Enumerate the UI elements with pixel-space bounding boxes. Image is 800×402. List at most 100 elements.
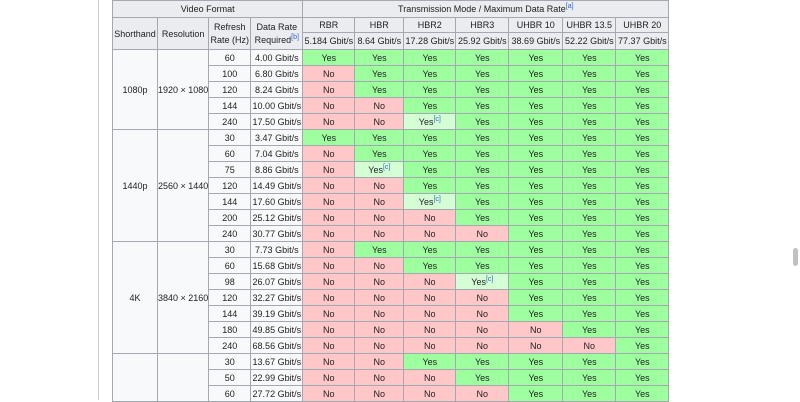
- support-no-cell: No: [302, 305, 356, 322]
- shorthand-cell: 4K: [112, 241, 158, 354]
- data-rate-cell: 8.24 Gbit/s: [250, 81, 304, 98]
- support-yes-cell: Yes: [615, 273, 670, 290]
- support-yes-cell: Yes: [562, 241, 617, 258]
- support-yes-cell: Yes: [562, 273, 617, 290]
- support-yes-cell: Yes: [508, 81, 564, 98]
- mode-row: Shorthand Resolution Refresh Rate (Hz) D…: [112, 17, 670, 50]
- data-rate-header: Data Rate Required[b]: [250, 17, 304, 50]
- data-rate-cell: 7.73 Gbit/s: [250, 241, 304, 258]
- max-rate-header: 77.37 Gbit/s: [615, 32, 670, 50]
- refresh-rate-cell: 120: [208, 177, 252, 194]
- mode-header: RBR: [302, 17, 356, 33]
- support-yes-cell: Yes: [455, 129, 510, 146]
- support-no-cell: No: [302, 161, 356, 178]
- support-yes-cell: Yes: [508, 49, 564, 66]
- support-yes-cell: Yes: [455, 177, 510, 194]
- data-rate-cell: 4.00 Gbit/s: [250, 49, 304, 66]
- support-yes-cell: Yes: [562, 65, 617, 82]
- footnote-c-link[interactable]: [c]: [433, 196, 440, 203]
- support-yes-cell: Yes: [508, 273, 564, 290]
- data-rate-cell: 13.67 Gbit/s: [250, 353, 304, 370]
- support-yes-cell: Yes: [455, 193, 510, 210]
- mode-header: UHBR 20: [615, 17, 670, 33]
- max-rate-header: 25.92 Gbit/s: [455, 32, 510, 50]
- mode-header: UHBR 13.5: [562, 17, 617, 33]
- support-yes-cell: Yes: [403, 161, 457, 178]
- support-yes-cell: Yes: [562, 193, 617, 210]
- refresh-rate-cell: 75: [208, 161, 252, 178]
- max-rate-header: 38.69 Gbit/s: [508, 32, 564, 50]
- support-yes-cell: Yes: [562, 161, 617, 178]
- footnote-b-link[interactable]: [b]: [291, 34, 299, 41]
- support-no-cell: No: [403, 289, 457, 306]
- support-no-cell: No: [354, 385, 405, 402]
- support-no-cell: No: [302, 353, 356, 370]
- support-no-cell: No: [455, 225, 510, 242]
- support-yes-cell: Yes: [615, 385, 670, 402]
- support-yes-cell: Yes: [562, 129, 617, 146]
- support-no-cell: No: [354, 97, 405, 114]
- support-no-cell: No: [302, 145, 356, 162]
- support-no-cell: No: [302, 289, 356, 306]
- support-no-cell: No: [455, 289, 510, 306]
- footnote-c-link[interactable]: [c]: [383, 164, 390, 171]
- support-yes-cell: Yes: [455, 161, 510, 178]
- support-yes-cell: Yes: [615, 209, 670, 226]
- footnote-c-link[interactable]: [c]: [486, 276, 493, 283]
- support-no-cell: No: [302, 97, 356, 114]
- support-partial-cell: Yes[c]: [403, 113, 457, 130]
- resolution-header: Resolution: [156, 17, 210, 50]
- support-no-cell: No: [354, 113, 405, 130]
- support-yes-cell: Yes: [615, 177, 670, 194]
- footnote-a-link[interactable]: [a]: [566, 3, 574, 10]
- data-rate-cell: 15.68 Gbit/s: [250, 257, 304, 274]
- data-rate-cell: 22.99 Gbit/s: [250, 369, 304, 386]
- display-bandwidth-table: Video Format Transmission Mode / Maximum…: [111, 0, 670, 402]
- max-rate-header: 17.28 Gbit/s: [403, 32, 457, 50]
- refresh-rate-cell: 30: [208, 353, 252, 370]
- support-yes-cell: Yes: [615, 369, 670, 386]
- scrollbar-thumb[interactable]: [793, 248, 798, 266]
- footnote-c-link[interactable]: [c]: [433, 116, 440, 123]
- shorthand-cell: 1440p: [112, 129, 158, 242]
- support-yes-cell: Yes: [615, 353, 670, 370]
- support-yes-cell: Yes: [562, 145, 617, 162]
- refresh-rate-cell: 200: [208, 209, 252, 226]
- support-no-cell: No: [302, 65, 356, 82]
- support-yes-cell: Yes: [562, 225, 617, 242]
- support-yes-cell: Yes: [562, 321, 617, 338]
- support-yes-cell: Yes: [562, 81, 617, 98]
- support-yes-cell: Yes: [508, 65, 564, 82]
- support-yes-cell: Yes: [302, 49, 356, 66]
- support-yes-cell: Yes: [615, 145, 670, 162]
- support-yes-cell: Yes: [403, 81, 457, 98]
- data-rate-cell: 7.04 Gbit/s: [250, 145, 304, 162]
- support-yes-cell: Yes: [455, 209, 510, 226]
- support-yes-cell: Yes: [455, 49, 510, 66]
- support-yes-cell: Yes: [354, 241, 405, 258]
- data-rate-cell: 14.49 Gbit/s: [250, 177, 304, 194]
- support-yes-cell: Yes: [615, 257, 670, 274]
- support-no-cell: No: [354, 273, 405, 290]
- refresh-rate-cell: 60: [208, 385, 252, 402]
- mode-header: HBR3: [455, 17, 510, 33]
- support-yes-cell: Yes: [455, 145, 510, 162]
- support-yes-cell: Yes: [562, 177, 617, 194]
- refresh-rate-cell: 60: [208, 145, 252, 162]
- support-no-cell: No: [302, 321, 356, 338]
- data-rate-cell: 30.77 Gbit/s: [250, 225, 304, 242]
- support-yes-cell: Yes: [508, 113, 564, 130]
- table-row: 4K 3840 × 2160 30 7.73 Gbit/s No Yes Yes Yes Yes…: [112, 241, 670, 354]
- refresh-rate-header: Refresh Rate (Hz): [208, 17, 252, 50]
- support-no-cell: No: [302, 241, 356, 258]
- support-yes-cell: Yes: [562, 257, 617, 274]
- support-no-cell: No: [302, 385, 356, 402]
- max-rate-header: 52.22 Gbit/s: [562, 32, 617, 50]
- support-no-cell: No: [403, 209, 457, 226]
- support-yes-cell: Yes: [354, 145, 405, 162]
- support-no-cell: No: [354, 225, 405, 242]
- support-yes-cell: Yes: [508, 225, 564, 242]
- support-yes-cell: Yes: [403, 177, 457, 194]
- refresh-rate-cell: 180: [208, 321, 252, 338]
- support-no-cell: No: [354, 305, 405, 322]
